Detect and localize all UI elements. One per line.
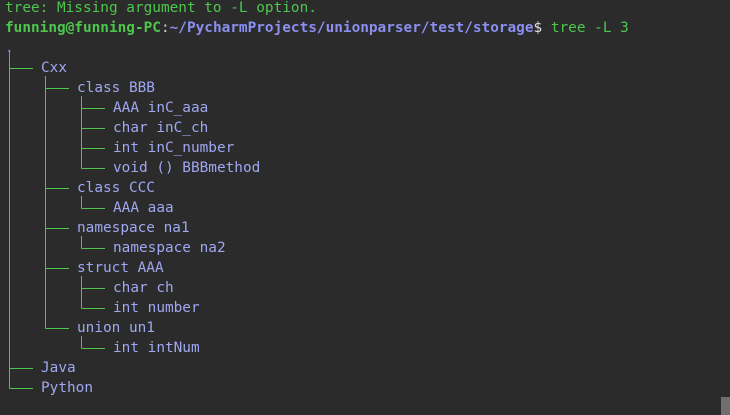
- tree-node-aaa-aaa: AAA aaa: [113, 200, 174, 216]
- tree-node-java: Java: [41, 360, 76, 376]
- tree-node-union-un1: union un1: [77, 320, 155, 336]
- tree-node-aaa-inc-aaa: AAA inC_aaa: [113, 100, 209, 116]
- tree-node-int-intnum: int intNum: [113, 340, 200, 356]
- tree-node-python: Python: [41, 380, 93, 396]
- tree-node-int-inc-number: int inC_number: [113, 140, 235, 156]
- tree-node-int-number: int number: [113, 300, 200, 316]
- tree-node-namespace-na2: namespace na2: [113, 240, 226, 256]
- tree-node-cxx: Cxx: [41, 60, 67, 76]
- tree-node-namespace-na1: namespace na1: [77, 220, 190, 236]
- terminal-window[interactable]: tree: Missing argument to -L option. fun…: [0, 0, 730, 415]
- tree-node-void-bbbmethod: void () BBBmethod: [113, 160, 261, 176]
- tree-connector-lines: [9, 52, 105, 389]
- tree-node-class-ccc: class CCC: [77, 180, 155, 196]
- tree-node-char-inc-ch: char inC_ch: [113, 120, 209, 136]
- tree-node-class-bbb: class BBB: [77, 80, 155, 96]
- tree-node-struct-aaa: struct AAA: [77, 260, 164, 276]
- scrollbar-corner[interactable]: [721, 397, 730, 415]
- tree-node-char-ch: char ch: [113, 280, 174, 296]
